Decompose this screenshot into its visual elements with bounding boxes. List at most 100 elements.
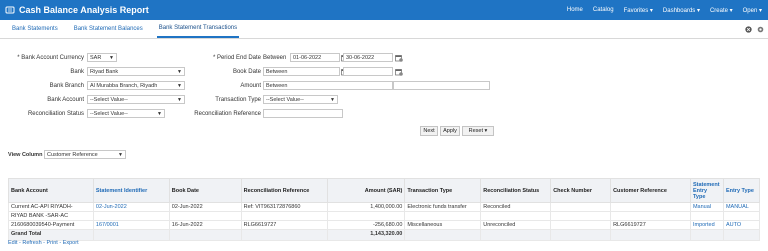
- cell-statement-entry-type[interactable]: Imported: [689, 220, 724, 230]
- account-select[interactable]: --Select Value-- ▼: [87, 95, 185, 104]
- col-statement-entry-type[interactable]: Statement Entry Type: [689, 178, 724, 203]
- col-entry-type[interactable]: Entry Type: [722, 178, 761, 203]
- cell-amount: 1,400,000.00: [326, 202, 406, 212]
- cell-recon-reference: Ref: VIT963172876860: [240, 202, 328, 212]
- cell-statement-identifier[interactable]: 167/0001: [92, 220, 170, 230]
- account-label: Bank Account: [47, 97, 84, 103]
- cell-entry-type[interactable]: MANUAL: [722, 202, 761, 212]
- cell-transaction-type: Miscellaneous: [404, 220, 482, 230]
- cell-recon-reference: [240, 211, 328, 221]
- tab-bank-statement-transactions[interactable]: Bank Statement Transactions: [156, 25, 240, 38]
- book-from-input[interactable]: Between: [263, 67, 340, 76]
- table-row: Current AC-API RIYADH- 02-Jun-2022 02-Ju…: [8, 202, 761, 212]
- col-recon-reference[interactable]: Reconciliation Reference: [240, 178, 328, 203]
- cell-recon-status: [480, 211, 552, 221]
- calendar-icon[interactable]: [395, 54, 403, 62]
- cell-transaction-type: Electronic funds transfer: [404, 202, 482, 212]
- view-column-label: View Column: [8, 152, 43, 158]
- col-statement-identifier[interactable]: Statement Identifier: [92, 178, 170, 203]
- txn-type-label: Transaction Type: [215, 97, 261, 103]
- apply-button[interactable]: Apply: [440, 126, 460, 136]
- reset-button[interactable]: Reset ▾: [462, 126, 494, 136]
- cell-book-date: 02-Jun-2022: [168, 202, 242, 212]
- cell-bank-account: 2160680039540-Payment: [8, 220, 94, 230]
- chevron-down-icon: ▼: [157, 111, 162, 117]
- nav-catalog[interactable]: Catalog: [593, 7, 614, 13]
- cell-recon-status: Unreconciled: [480, 220, 552, 230]
- col-transaction-type[interactable]: Transaction Type: [404, 178, 482, 203]
- branch-select[interactable]: Al Murabba Branch, Riyadh ▼: [87, 81, 185, 90]
- col-bank-account[interactable]: Bank Account: [8, 178, 94, 203]
- settings-gear-icon[interactable]: [757, 26, 764, 35]
- cell-customer-reference: [610, 211, 691, 221]
- col-recon-status[interactable]: Reconciliation Status: [480, 178, 552, 203]
- cell-book-date: [168, 211, 242, 221]
- chevron-down-icon: ▼: [118, 152, 123, 158]
- nav-favorites[interactable]: Favorites ▾: [624, 7, 653, 14]
- recon-ref-label: Reconciliation Reference: [194, 111, 261, 117]
- col-book-date[interactable]: Book Date: [168, 178, 242, 203]
- table-row: RIYAD BANK -SAR-AC: [8, 211, 761, 221]
- branch-label: Bank Branch: [49, 83, 84, 89]
- chevron-down-icon: ▼: [330, 97, 335, 103]
- app-title: Cash Balance Analysis Report: [19, 5, 149, 15]
- chevron-down-icon: ▼: [109, 55, 114, 61]
- oracle-logo-icon: [5, 5, 15, 15]
- cell-entry-type[interactable]: [722, 211, 761, 221]
- cell-statement-identifier[interactable]: 02-Jun-2022: [92, 202, 170, 212]
- txn-type-select[interactable]: --Select Value-- ▼: [263, 95, 338, 104]
- recon-status-label: Reconciliation Status: [27, 111, 84, 117]
- recon-status-select[interactable]: --Select Value-- ▼: [87, 109, 165, 118]
- cell-statement-entry-type[interactable]: [689, 211, 724, 221]
- cell-statement-entry-type[interactable]: Manual: [689, 202, 724, 212]
- cell-statement-identifier[interactable]: [92, 211, 170, 221]
- app-header: Cash Balance Analysis Report Home Catalo…: [0, 0, 768, 20]
- cell-customer-reference: [610, 202, 691, 212]
- period-to-input[interactable]: 30-06-2022: [343, 53, 393, 62]
- col-customer-reference[interactable]: Customer Reference: [610, 178, 691, 203]
- currency-label: * Bank Account Currency: [17, 55, 84, 61]
- chevron-down-icon: ▼: [177, 69, 182, 75]
- transactions-table: Bank Account Statement Identifier Book D…: [8, 178, 761, 241]
- bank-select[interactable]: Riyad Bank ▼: [87, 67, 185, 76]
- tab-toolbar: [745, 26, 764, 35]
- table-row: 2160680039540-Payment 167/0001 16-Jun-20…: [8, 220, 761, 230]
- report-tabs: Bank Statements Bank Statement Balances …: [0, 20, 768, 39]
- book-to-input[interactable]: [343, 67, 393, 76]
- grand-total-value: 1,143,320.00: [326, 229, 406, 241]
- col-amount[interactable]: Amount (SAR): [326, 178, 406, 203]
- nav-home[interactable]: Home: [567, 7, 583, 13]
- cell-check-number: [550, 211, 612, 221]
- cell-bank-account: Current AC-API RIYADH-: [8, 202, 94, 212]
- period-from-input[interactable]: 01-06-2022: [290, 53, 340, 62]
- cell-transaction-type: [404, 211, 482, 221]
- period-op: Between: [263, 55, 287, 61]
- col-check-number[interactable]: Check Number: [550, 178, 612, 203]
- cell-entry-type[interactable]: AUTO: [722, 220, 761, 230]
- recon-ref-input[interactable]: [263, 109, 343, 118]
- amount-label: Amount: [240, 83, 261, 89]
- book-date-label: Book Date: [232, 69, 261, 75]
- close-icon[interactable]: [745, 26, 752, 35]
- amount-from-input[interactable]: Between: [263, 81, 393, 90]
- nav-open[interactable]: Open ▾: [743, 7, 762, 14]
- cell-customer-reference: RLG6619727: [610, 220, 691, 230]
- cell-book-date: 16-Jun-2022: [168, 220, 242, 230]
- nav-dashboards[interactable]: Dashboards ▾: [663, 7, 700, 14]
- bank-label: Bank: [70, 69, 84, 75]
- table-footer-links[interactable]: Edit - Refresh - Print - Export: [8, 240, 79, 246]
- cell-check-number: [550, 202, 612, 212]
- nav-create[interactable]: Create ▾: [710, 7, 733, 14]
- view-column-select[interactable]: Customer Reference ▼: [44, 150, 126, 159]
- next-button[interactable]: Next: [420, 126, 438, 136]
- amount-to-input[interactable]: [393, 81, 490, 90]
- chevron-down-icon: ▼: [177, 97, 182, 103]
- calendar-icon[interactable]: [395, 68, 403, 76]
- tab-bank-statement-balances[interactable]: Bank Statement Balances: [72, 26, 145, 38]
- cell-bank-account: RIYAD BANK -SAR-AC: [8, 211, 94, 221]
- tab-bank-statements[interactable]: Bank Statements: [10, 26, 60, 38]
- grand-total-row: Grand Total 1,143,320.00: [8, 229, 761, 241]
- currency-select[interactable]: SAR ▼: [87, 53, 117, 62]
- cell-amount: [326, 211, 406, 221]
- cell-check-number: [550, 220, 612, 230]
